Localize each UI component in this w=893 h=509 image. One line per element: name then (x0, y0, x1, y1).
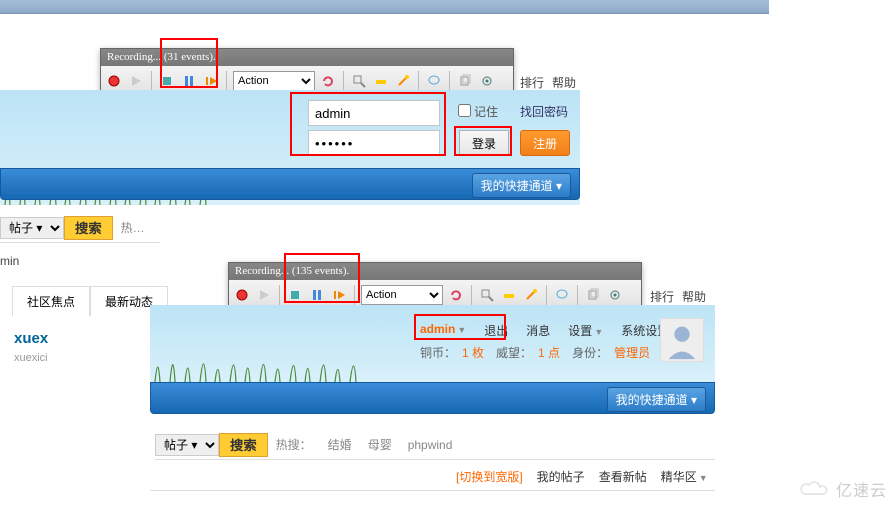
password-input[interactable] (308, 130, 440, 156)
copy-icon[interactable] (456, 72, 474, 90)
recorder-title-1: Recording... (31 events). (101, 49, 513, 66)
play-icon[interactable] (255, 286, 273, 304)
separator (577, 285, 578, 305)
inspect-icon[interactable] (350, 72, 368, 90)
nav-help[interactable]: 帮助 (552, 74, 576, 91)
pause-icon[interactable] (308, 286, 326, 304)
role-value[interactable]: 管理员 (614, 344, 650, 361)
play-icon[interactable] (127, 72, 145, 90)
coin-label: 铜币： (420, 344, 456, 361)
comment-icon[interactable] (425, 72, 443, 90)
wand-icon[interactable] (394, 72, 412, 90)
quick-access-button-2[interactable]: 我的快捷通道 ▾ (607, 387, 706, 412)
user-link[interactable]: xuex (14, 330, 48, 347)
admin-dropdown[interactable]: admin▼ (420, 322, 466, 339)
separator (546, 285, 547, 305)
separator (343, 71, 344, 91)
register-button[interactable]: 注册 (520, 130, 570, 156)
separator (449, 71, 450, 91)
user-sub: xuexici (14, 352, 48, 364)
record-icon[interactable] (233, 286, 251, 304)
separator (471, 285, 472, 305)
search-bar-1: 帖子 ▾ 搜索 热… (0, 213, 160, 243)
blue-nav-bar-1: 我的快捷通道 ▾ (0, 168, 580, 200)
username-input[interactable] (308, 100, 440, 126)
nav-rank[interactable]: 排行 (520, 74, 544, 91)
logout-link[interactable]: 退出 (484, 322, 508, 339)
new-posts-link[interactable]: 查看新帖 (599, 468, 647, 485)
hot-3[interactable]: phpwind (400, 438, 461, 452)
login-button[interactable]: 登录 (459, 130, 509, 156)
settings-link[interactable]: 设置▼ (568, 322, 603, 339)
recorder-window-2: Recording... (135 events). Action (228, 262, 642, 310)
copy-icon[interactable] (584, 286, 602, 304)
pause-icon[interactable] (180, 72, 198, 90)
nav-help-2[interactable]: 帮助 (682, 288, 706, 305)
search-button-2[interactable]: 搜索 (219, 433, 268, 457)
remember-checkbox[interactable] (458, 104, 471, 117)
separator (354, 285, 355, 305)
highlight-icon[interactable] (372, 72, 390, 90)
avatar[interactable] (660, 318, 704, 362)
recorder-title-2: Recording... (135 events). (229, 263, 641, 280)
refresh-icon[interactable] (447, 286, 465, 304)
search-button-1[interactable]: 搜索 (64, 216, 113, 240)
community-tabs: 社区焦点 最新动态 (12, 286, 168, 316)
rep-value: 1 点 (538, 344, 560, 361)
user-nav: admin▼ 退出 消息 设置▼ 系统设置 (420, 322, 669, 339)
switch-wide-link[interactable]: [切换到宽版] (456, 468, 523, 485)
stop-icon[interactable] (286, 286, 304, 304)
step-icon[interactable] (330, 286, 348, 304)
chevron-down-icon: ▼ (699, 473, 708, 483)
separator (418, 71, 419, 91)
settings-icon[interactable] (478, 72, 496, 90)
quick-access-button-1[interactable]: 我的快捷通道 ▾ (472, 173, 571, 198)
inspect-icon[interactable] (478, 286, 496, 304)
wand-icon[interactable] (522, 286, 540, 304)
chevron-down-icon: ▼ (594, 327, 603, 337)
remember-label: 记住 (474, 103, 498, 120)
blue-nav-bar-2: 我的快捷通道 ▾ (150, 382, 715, 414)
window-topbar (0, 0, 769, 14)
truncated-min: min (0, 254, 19, 268)
rep-label: 威望： (496, 344, 532, 361)
action-select[interactable]: Action (361, 285, 443, 305)
role-label: 身份： (572, 344, 608, 361)
posts-select-2[interactable]: 帖子 ▾ (155, 434, 219, 456)
separator (151, 71, 152, 91)
recorder-window-1: Recording... (31 events). Action (100, 48, 514, 96)
grass-decoration-2 (150, 342, 390, 382)
tab-focus[interactable]: 社区焦点 (12, 286, 90, 316)
record-icon[interactable] (105, 72, 123, 90)
hot-label-1: 热… (113, 219, 153, 236)
separator (279, 285, 280, 305)
hot-2[interactable]: 母婴 (360, 436, 400, 453)
best-posts-link[interactable]: 精华区▼ (661, 468, 708, 485)
my-posts-link[interactable]: 我的帖子 (537, 468, 585, 485)
search-bar-2: 帖子 ▾ 搜索 热搜： 结婚 母婴 phpwind (155, 430, 715, 460)
refresh-icon[interactable] (319, 72, 337, 90)
watermark-text: 亿速云 (836, 477, 887, 501)
cloud-icon (798, 479, 832, 499)
comment-icon[interactable] (553, 286, 571, 304)
step-icon[interactable] (202, 72, 220, 90)
nav-rank-2[interactable]: 排行 (650, 288, 674, 305)
footer-links: [切换到宽版] 我的帖子 查看新帖 精华区▼ (456, 468, 708, 485)
settings-icon[interactable] (606, 286, 624, 304)
highlight-icon[interactable] (500, 286, 518, 304)
coin-value: 1 枚 (462, 344, 484, 361)
recover-password-link[interactable]: 找回密码 (520, 103, 568, 120)
chevron-down-icon: ▼ (457, 325, 466, 335)
messages-link[interactable]: 消息 (526, 322, 550, 339)
watermark: 亿速云 (798, 477, 887, 501)
stop-icon[interactable] (158, 72, 176, 90)
action-select[interactable]: Action (233, 71, 315, 91)
separator (226, 71, 227, 91)
hot-1[interactable]: 结婚 (320, 436, 360, 453)
posts-select-1[interactable]: 帖子 ▾ (0, 217, 64, 239)
divider (150, 490, 715, 491)
user-stats: 铜币： 1 枚 威望： 1 点 身份： 管理员 (420, 344, 650, 361)
hot-label-2: 热搜： (268, 436, 320, 453)
